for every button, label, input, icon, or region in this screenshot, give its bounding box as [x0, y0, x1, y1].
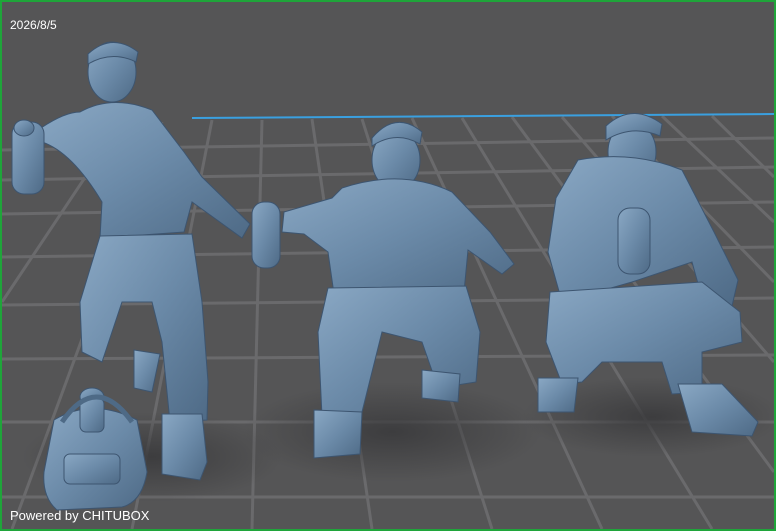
3d-viewport[interactable]: 2026/8/5 Powered by CHITUBOX [0, 0, 776, 531]
ground-shadow [242, 382, 542, 482]
build-plate-scene[interactable] [2, 2, 774, 529]
date-label: 2026/8/5 [10, 18, 57, 32]
powered-by-watermark: Powered by CHITUBOX [10, 508, 150, 523]
plate-back-edge [191, 113, 774, 119]
model-duffel-bag[interactable] [43, 387, 148, 511]
